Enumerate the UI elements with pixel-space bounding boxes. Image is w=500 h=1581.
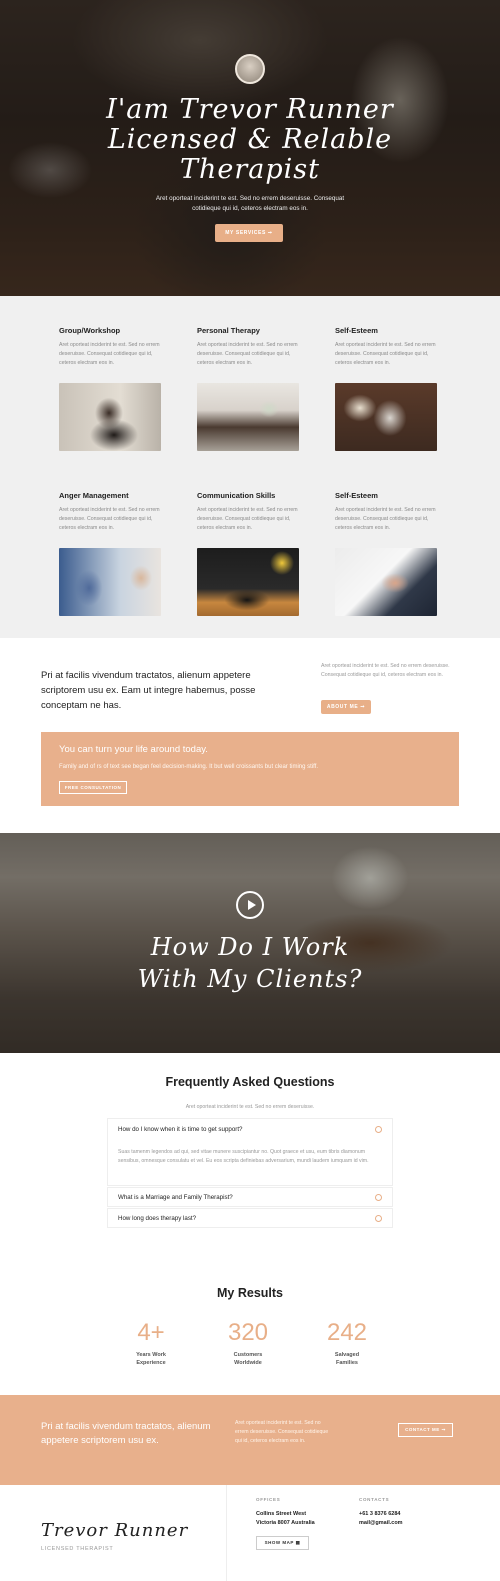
show-map-label: SHOW MAP xyxy=(264,1540,294,1545)
service-title: Anger Management xyxy=(59,491,129,500)
arrow-icon: ➙ xyxy=(441,1427,446,1432)
hero-section: I'am Trevor Runner Licensed & Relable Th… xyxy=(0,0,500,296)
footer-divider xyxy=(226,1485,227,1581)
faq-question: How long does therapy last? xyxy=(118,1215,197,1222)
service-text: Aret oporteat inciderint te est. Sed no … xyxy=(59,507,160,531)
phone-number[interactable]: +61 3 8376 6284 xyxy=(359,1510,400,1519)
service-text: Aret oporteat inciderint te est. Sed no … xyxy=(59,342,160,366)
about-me-button[interactable]: ABOUT ME ➙ xyxy=(321,700,371,714)
service-image-communication-skills xyxy=(197,548,299,616)
my-services-label: MY SERVICES xyxy=(225,230,266,236)
stat-label: Years Work Experience xyxy=(106,1351,196,1367)
stat-label-line: Salvaged xyxy=(334,1352,360,1358)
stat-label: Salvaged Families xyxy=(302,1351,392,1367)
service-image-group-workshop xyxy=(59,383,161,451)
stat: 4+ Years Work Experience xyxy=(106,1319,196,1367)
service-card: Group/Workshop Aret oporteat inciderint … xyxy=(59,326,161,451)
service-title: Personal Therapy xyxy=(197,326,260,335)
hero-title-line-1: I'am Trevor Runner xyxy=(106,94,394,125)
stat-label-line: Customers xyxy=(233,1352,263,1358)
results-section: My Results 4+ Years Work Experience 320 C… xyxy=(0,1261,500,1395)
video-section: How Do I Work With My Clients? xyxy=(0,833,500,1053)
arrow-circle-icon: ➙ xyxy=(360,704,366,710)
service-card: Personal Therapy Aret oporteat inciderin… xyxy=(197,326,299,451)
service-image-personal-therapy xyxy=(197,383,299,451)
stat-label-line: Years Work xyxy=(136,1352,166,1358)
faq-question: How do I know when it is time to get sup… xyxy=(118,1126,243,1133)
service-card: Self-Esteem Aret oporteat inciderint te … xyxy=(335,491,437,616)
contact-banner: Pri at facilis vivendum tractatos, alien… xyxy=(0,1395,500,1485)
email-address[interactable]: mail@gmail.com xyxy=(359,1519,403,1528)
service-image-self-esteem-2 xyxy=(335,548,437,616)
stat-label-line: Worldwide xyxy=(234,1360,262,1366)
hero-title-line-2: Licensed & Relable xyxy=(107,124,393,155)
stat: 242 Salvaged Families xyxy=(302,1319,392,1367)
map-icon: ▦ xyxy=(295,1540,301,1545)
my-services-button[interactable]: MY SERVICES ➙ xyxy=(215,224,283,242)
contacts-label: CONTACTS xyxy=(359,1497,390,1502)
plus-circle-icon[interactable] xyxy=(375,1194,382,1201)
service-text: Aret oporteat inciderint te est. Sed no … xyxy=(197,507,298,531)
service-card: Self-Esteem Aret oporteat inciderint te … xyxy=(335,326,437,451)
service-text: Aret oporteat inciderint te est. Sed no … xyxy=(335,342,436,366)
stat-value: 320 xyxy=(227,1319,269,1346)
contact-me-label: CONTACT ME xyxy=(405,1427,440,1432)
service-title: Self-Esteem xyxy=(335,326,378,335)
footer-tagline: LICENSED THERAPIST xyxy=(41,1546,114,1552)
faq-item[interactable]: What is a Marriage and Family Therapist? xyxy=(107,1187,393,1207)
stat-label-line: Families xyxy=(335,1360,358,1366)
about-lead: Pri at facilis vivendum tractatos, alien… xyxy=(41,670,256,711)
faq-title: Frequently Asked Questions xyxy=(165,1075,335,1089)
stat-label-line: Experience xyxy=(136,1360,166,1366)
contact-banner-text: Aret oporteat inciderint te est. Sed no … xyxy=(235,1420,329,1444)
hero-title-line-3: Therapist xyxy=(179,154,320,185)
free-consultation-button[interactable]: FREE CONSULTATION xyxy=(59,781,127,794)
footer: Trevor Runner LICENSED THERAPIST OFFICES… xyxy=(0,1485,500,1581)
minus-circle-icon[interactable] xyxy=(375,1126,382,1133)
service-image-anger-management xyxy=(59,548,161,616)
service-text: Aret oporteat inciderint te est. Sed no … xyxy=(197,342,298,366)
faq-question: What is a Marriage and Family Therapist? xyxy=(118,1194,233,1201)
consultation-text: Family and of rs of text see began feel … xyxy=(59,764,319,770)
faq-item[interactable]: How long does therapy last? xyxy=(107,1208,393,1228)
offices-label: OFFICES xyxy=(256,1497,281,1502)
about-section: Pri at facilis vivendum tractatos, alien… xyxy=(0,638,500,833)
consultation-title: You can turn your life around today. xyxy=(59,744,208,755)
stat-label: Customers Worldwide xyxy=(203,1351,293,1367)
video-title-line-2: With My Clients? xyxy=(137,965,363,993)
avatar xyxy=(235,54,265,84)
stat-value: 4+ xyxy=(137,1319,165,1346)
video-title-line-1: How Do I Work xyxy=(150,933,350,961)
service-card: Communication Skills Aret oporteat incid… xyxy=(197,491,299,616)
service-image-self-esteem xyxy=(335,383,437,451)
about-me-label: ABOUT ME xyxy=(326,704,359,710)
contact-banner-title: Pri at facilis vivendum tractatos, alien… xyxy=(41,1421,211,1446)
address-line: Collins Street West xyxy=(256,1511,307,1517)
service-card: Anger Management Aret oporteat inciderin… xyxy=(59,491,161,616)
faq-answer: Suas tamenm legendos ad qui, sed vitae m… xyxy=(118,1149,369,1164)
service-title: Group/Workshop xyxy=(59,326,121,335)
faq-section: Frequently Asked Questions Aret oporteat… xyxy=(0,1053,500,1261)
footer-logo[interactable]: Trevor Runner xyxy=(41,1520,188,1541)
stat-value: 242 xyxy=(326,1319,368,1346)
address-line: Victoria 8007 Australia xyxy=(256,1520,315,1526)
service-title: Communication Skills xyxy=(197,491,276,500)
service-text: Aret oporteat inciderint te est. Sed no … xyxy=(335,507,436,531)
show-map-button[interactable]: SHOW MAP ▦ xyxy=(256,1536,309,1550)
stat: 320 Customers Worldwide xyxy=(203,1319,293,1367)
play-icon[interactable] xyxy=(236,891,264,919)
about-text: Aret oporteat inciderint te est. Sed no … xyxy=(321,663,450,678)
plus-circle-icon[interactable] xyxy=(375,1215,382,1222)
results-title: My Results xyxy=(217,1286,283,1300)
faq-item-open[interactable]: How do I know when it is time to get sup… xyxy=(107,1118,393,1186)
hero-subtitle: Aret oporteat inciderint te est. Sed no … xyxy=(155,195,345,212)
service-title: Self-Esteem xyxy=(335,491,378,500)
consultation-banner: You can turn your life around today. Fam… xyxy=(41,732,459,806)
contact-me-button[interactable]: CONTACT ME ➙ xyxy=(398,1423,453,1437)
faq-subtitle: Aret oporteat inciderint te est. Sed no … xyxy=(185,1104,315,1110)
services-section: Group/Workshop Aret oporteat inciderint … xyxy=(0,296,500,638)
arrow-circle-icon: ➙ xyxy=(267,230,273,236)
